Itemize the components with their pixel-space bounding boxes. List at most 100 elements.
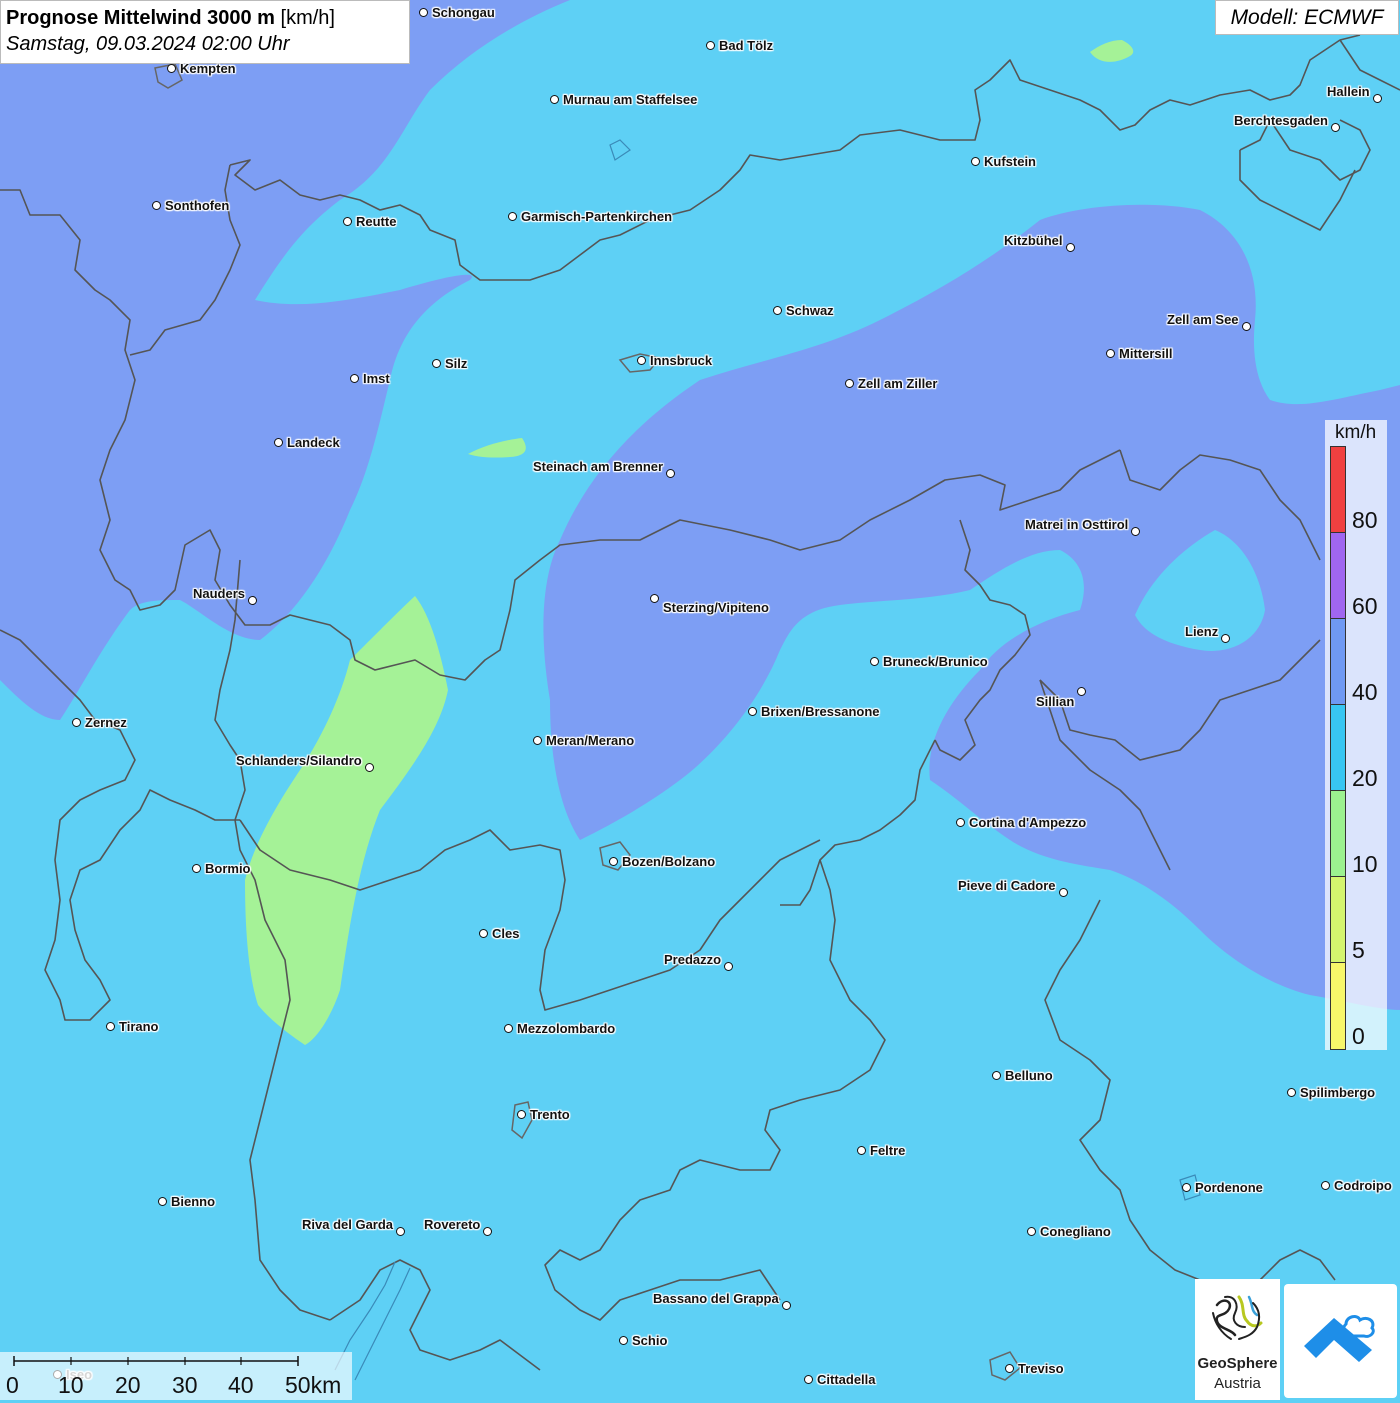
city-label-schlanders-silandro: Schlanders/Silandro	[236, 753, 362, 768]
city-label-zell-am-see: Zell am See	[1167, 312, 1239, 327]
model-label: Modell: ECMWF	[1215, 0, 1399, 35]
legend-band-20-40	[1330, 704, 1346, 791]
city-label-hallein: Hallein	[1327, 84, 1370, 99]
city-label-predazzo: Predazzo	[664, 952, 722, 967]
city-label-garmisch-partenkirchen: Garmisch-Partenkirchen	[521, 209, 673, 224]
city-marker-schlanders-silandro	[365, 763, 374, 772]
city-label-lienz: Lienz	[1185, 624, 1219, 639]
city-label-reutte: Reutte	[356, 214, 397, 229]
title-bold: Prognose Mittelwind 3000 m	[6, 7, 275, 29]
city-label-meran-merano: Meran/Merano	[546, 733, 635, 748]
weather-app-logo[interactable]	[1284, 1284, 1397, 1398]
city-marker-codroipo	[1321, 1181, 1330, 1190]
city-marker-garmisch-partenkirchen	[508, 212, 517, 221]
city-marker-bad-t-lz	[706, 41, 715, 50]
city-label-silz: Silz	[445, 356, 468, 371]
scale-ruler	[13, 1356, 299, 1366]
city-label-sonthofen: Sonthofen	[165, 198, 230, 213]
legend-tick: 80	[1352, 507, 1378, 533]
geosphere-text: GeoSphere	[1197, 1355, 1278, 1372]
city-label-steinach-am-brenner: Steinach am Brenner	[533, 459, 664, 474]
city-label-sillian: Sillian	[1036, 694, 1075, 709]
city-marker-imst	[350, 374, 359, 383]
city-label-berchtesgaden: Berchtesgaden	[1234, 113, 1328, 128]
map-title: Prognose Mittelwind 3000 m [km/h]	[6, 5, 409, 31]
geosphere-emblem-icon	[1212, 1295, 1263, 1340]
city-marker-spilimbergo	[1287, 1088, 1296, 1097]
city-label-sterzing-vipiteno: Sterzing/Vipiteno	[663, 600, 769, 615]
city-marker-zell-am-see	[1242, 322, 1251, 331]
city-marker-schio	[619, 1336, 628, 1345]
city-marker-steinach-am-brenner	[666, 469, 675, 478]
city-marker-tirano	[106, 1022, 115, 1031]
city-label-schio: Schio	[632, 1333, 668, 1348]
austria-text: Austria	[1214, 1375, 1261, 1392]
city-label-riva-del-garda: Riva del Garda	[302, 1217, 394, 1232]
city-marker-landeck	[274, 438, 283, 447]
city-marker-cles	[479, 929, 488, 938]
city-label-bad-t-lz: Bad Tölz	[719, 38, 774, 53]
city-label-treviso: Treviso	[1018, 1361, 1064, 1376]
city-label-cles: Cles	[492, 926, 520, 941]
city-marker-rovereto	[483, 1227, 492, 1236]
color-legend: km/h 80 60 40 20 10 5 0	[1325, 420, 1387, 1050]
scale-label: 50km	[285, 1372, 342, 1398]
city-label-schongau: Schongau	[432, 5, 495, 20]
city-marker-bruneck-brunico	[870, 657, 879, 666]
city-label-pordenone: Pordenone	[1195, 1180, 1263, 1195]
legend-band-5-10	[1330, 876, 1346, 963]
city-label-mittersill: Mittersill	[1119, 346, 1173, 361]
legend-tick: 40	[1352, 679, 1378, 705]
city-label-pieve-di-cadore: Pieve di Cadore	[958, 878, 1056, 893]
city-marker-belluno	[992, 1071, 1001, 1080]
legend-tick: 0	[1352, 1023, 1365, 1049]
city-marker-matrei-in-osttirol	[1131, 527, 1140, 536]
city-marker-kufstein	[971, 157, 980, 166]
scale-label: 10	[58, 1372, 84, 1398]
scale-label: 40	[228, 1372, 254, 1398]
legend-band-0-5	[1330, 962, 1346, 1050]
city-label-nauders: Nauders	[193, 586, 246, 601]
city-marker-cortina-d-ampezzo	[956, 818, 965, 827]
city-label-conegliano: Conegliano	[1040, 1224, 1111, 1239]
city-marker-conegliano	[1027, 1227, 1036, 1236]
city-marker-cittadella	[804, 1375, 813, 1384]
city-marker-treviso	[1005, 1364, 1014, 1373]
city-marker-sterzing-vipiteno	[650, 594, 659, 603]
city-label-kitzb-hel: Kitzbühel	[1004, 233, 1063, 248]
legend-band-10-20	[1330, 790, 1346, 877]
city-label-belluno: Belluno	[1005, 1068, 1053, 1083]
city-marker-kitzb-hel	[1066, 243, 1075, 252]
city-marker-berchtesgaden	[1331, 123, 1340, 132]
legend-band-60-80	[1330, 532, 1346, 619]
legend-tick: 5	[1352, 937, 1365, 963]
city-marker-reutte	[343, 217, 352, 226]
scale-label: 20	[115, 1372, 141, 1398]
title-box: Prognose Mittelwind 3000 m [km/h] Samsta…	[0, 0, 410, 64]
city-label-bormio: Bormio	[205, 861, 251, 876]
city-label-cittadella: Cittadella	[817, 1372, 876, 1387]
city-marker-silz	[432, 359, 441, 368]
city-label-bienno: Bienno	[171, 1194, 216, 1209]
scale-bar: 0 10 20 30 40 50km	[0, 1352, 352, 1400]
city-label-imst: Imst	[363, 371, 390, 386]
forecast-datetime: Samstag, 09.03.2024 02:00 Uhr	[6, 33, 290, 55]
city-marker-meran-merano	[533, 736, 542, 745]
city-marker-bormio	[192, 864, 201, 873]
city-marker-innsbruck	[637, 356, 646, 365]
city-label-bozen-bolzano: Bozen/Bolzano	[622, 854, 716, 869]
city-marker-schwaz	[773, 306, 782, 315]
legend-tick: 20	[1352, 765, 1378, 791]
city-marker-zernez	[72, 718, 81, 727]
title-unit: [km/h]	[280, 7, 335, 29]
city-marker-pordenone	[1182, 1183, 1191, 1192]
city-label-cortina-d-ampezzo: Cortina d'Ampezzo	[969, 815, 1087, 830]
city-marker-schongau	[419, 8, 428, 17]
city-label-tirano: Tirano	[119, 1019, 159, 1034]
city-marker-sonthofen	[152, 201, 161, 210]
city-marker-lienz	[1221, 634, 1230, 643]
city-label-feltre: Feltre	[870, 1143, 906, 1158]
city-label-codroipo: Codroipo	[1334, 1178, 1392, 1193]
geosphere-logo[interactable]: GeoSphere Austria	[1195, 1279, 1280, 1400]
city-marker-bassano-del-grappa	[782, 1301, 791, 1310]
